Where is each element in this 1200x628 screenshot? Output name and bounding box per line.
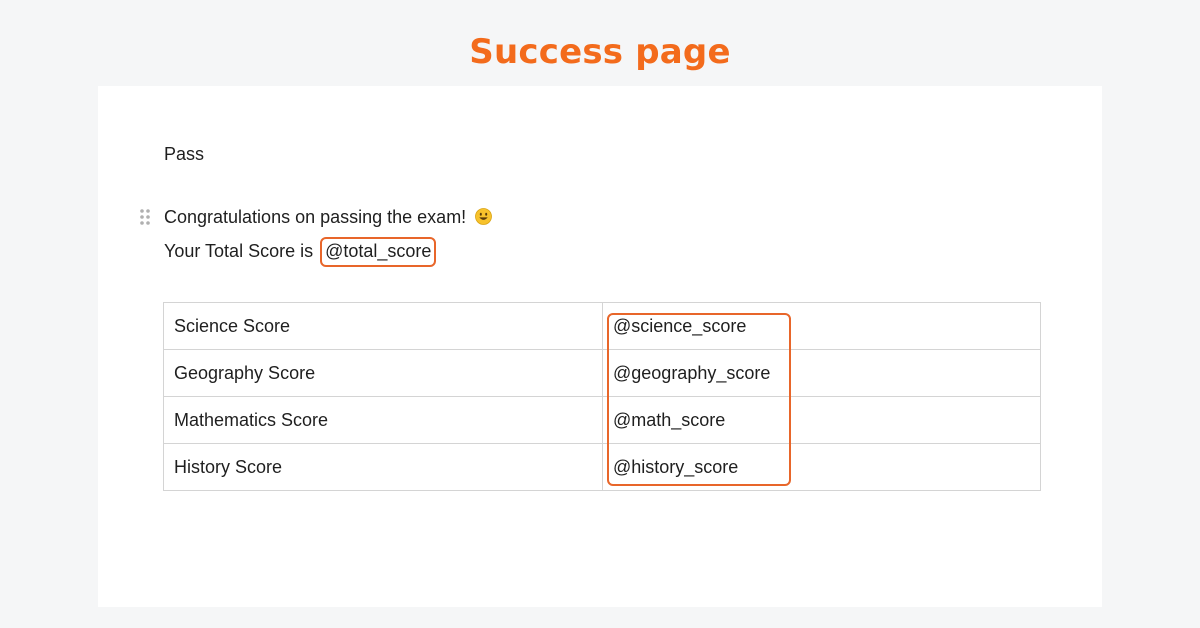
page-title: Success page: [469, 32, 731, 72]
score-variable-cell[interactable]: @history_score: [602, 443, 1041, 491]
smiling-face-icon: [475, 207, 493, 225]
status-text[interactable]: Pass: [164, 142, 204, 166]
score-variable-cell[interactable]: @geography_score: [602, 349, 1041, 397]
congrats-text: Congratulations on passing the exam!: [164, 207, 467, 227]
score-label-cell[interactable]: Mathematics Score: [163, 396, 603, 444]
drag-handle-icon[interactable]: [138, 208, 152, 226]
score-label-cell[interactable]: History Score: [163, 443, 603, 491]
table-row: Geography Score @geography_score: [163, 349, 1041, 397]
score-label-cell[interactable]: Geography Score: [163, 349, 603, 397]
total-score-variable[interactable]: @total_score: [320, 237, 437, 267]
total-score-label: Your Total Score is: [164, 241, 314, 261]
total-score-line[interactable]: Your Total Score is @total_score: [164, 237, 437, 267]
table-row: Mathematics Score @math_score: [163, 396, 1041, 444]
table-row: History Score @history_score: [163, 443, 1041, 491]
table-row: Science Score @science_score: [163, 302, 1041, 350]
scores-table: Science Score @science_score Geography S…: [163, 302, 1041, 491]
score-variable-cell[interactable]: @math_score: [602, 396, 1041, 444]
congrats-line[interactable]: Congratulations on passing the exam!: [164, 205, 493, 229]
score-label-cell[interactable]: Science Score: [163, 302, 603, 350]
document-card: Pass Congratulations on passing the exam…: [98, 86, 1102, 607]
score-variable-cell[interactable]: @science_score: [602, 302, 1041, 350]
